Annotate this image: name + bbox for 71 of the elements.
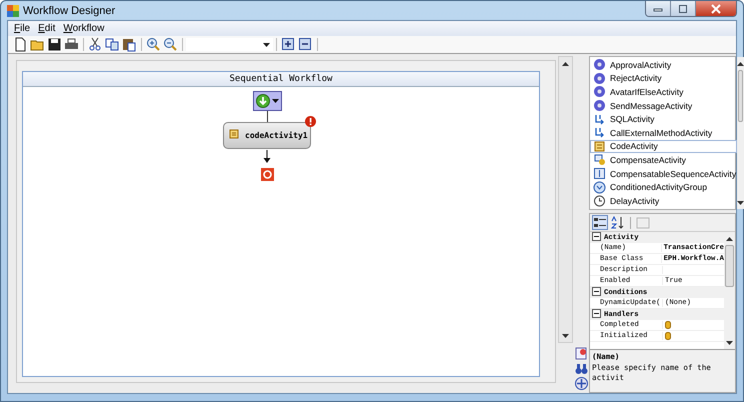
- sequence-icon: [593, 167, 606, 180]
- toolbox-item[interactable]: ConditionedActivityGroup: [590, 180, 738, 194]
- caret-icon: [272, 99, 278, 103]
- connector-line: [266, 111, 268, 122]
- toolbox-item[interactable]: CodeActivity: [590, 140, 738, 154]
- zoom-in-icon[interactable]: [146, 37, 161, 52]
- scroll-up-icon[interactable]: [726, 236, 733, 240]
- collapse-toggle[interactable]: [592, 232, 601, 240]
- connector-icon: [593, 126, 606, 140]
- maximize-button[interactable]: [671, 1, 696, 16]
- activity-node[interactable]: codeActivity1: [223, 122, 311, 149]
- toolbox-item[interactable]: ApprovalActivity: [590, 58, 738, 72]
- error-badge-icon[interactable]: [305, 116, 316, 127]
- toolbox-item[interactable]: CallExternalMethodActivity: [590, 126, 738, 140]
- compensate-icon: [593, 153, 606, 166]
- close-button[interactable]: [696, 1, 736, 16]
- printer-icon[interactable]: [64, 37, 79, 52]
- collapse-icon[interactable]: [298, 37, 313, 52]
- activity-label: codeActivity1: [245, 131, 308, 140]
- property-scrollbar[interactable]: [724, 232, 735, 349]
- toolbox-item[interactable]: CompensatableSequenceActivity: [590, 166, 738, 180]
- page-icon[interactable]: [574, 347, 588, 360]
- minimize-button[interactable]: [646, 1, 671, 16]
- condition-icon: [593, 180, 606, 194]
- save-icon[interactable]: [47, 37, 62, 52]
- workflow-title: Sequential Workflow: [23, 72, 539, 87]
- toolbox-item[interactable]: RejectActivity: [590, 72, 738, 86]
- scroll-down-icon[interactable]: [562, 334, 569, 338]
- stop-icon: [260, 168, 274, 181]
- maximize-icon: [678, 4, 688, 12]
- menu-item[interactable]: File: [10, 23, 34, 34]
- scroll-down-icon[interactable]: [737, 200, 744, 204]
- down-arrow-icon: [256, 94, 270, 108]
- toolbox-scrollbar[interactable]: [737, 57, 744, 209]
- scissors-icon[interactable]: [88, 37, 103, 52]
- scroll-up-icon[interactable]: [737, 62, 744, 66]
- close-icon: [710, 4, 722, 14]
- toolbox-item[interactable]: AvatarIfElseActivity: [590, 85, 738, 99]
- collapse-toggle[interactable]: [592, 286, 601, 296]
- expand-icon[interactable]: [281, 37, 296, 52]
- binoculars-icon[interactable]: [574, 362, 588, 375]
- menu-item[interactable]: Workflow: [59, 23, 108, 34]
- gear-icon: [593, 99, 606, 112]
- toolbox-item[interactable]: SQLActivity: [590, 112, 738, 126]
- zoom-out-icon[interactable]: [163, 37, 178, 52]
- sort-icon[interactable]: [611, 216, 625, 229]
- connector-icon: [593, 112, 606, 126]
- toolbox-item[interactable]: DelayActivity: [590, 194, 738, 208]
- scroll-icon: [593, 140, 606, 153]
- pan-icon[interactable]: [574, 377, 588, 390]
- scroll-icon: [228, 128, 240, 140]
- scroll-up-icon[interactable]: [562, 62, 569, 66]
- categorized-button[interactable]: [592, 215, 608, 230]
- collapse-toggle[interactable]: [592, 308, 601, 318]
- toolbox-item[interactable]: CompensateActivity: [590, 153, 738, 167]
- gear-icon: [593, 72, 606, 85]
- menu-item[interactable]: Edit: [34, 23, 60, 34]
- list-icon: [593, 216, 607, 228]
- window-title: Workflow Designer: [23, 4, 116, 16]
- paste-icon[interactable]: [122, 37, 137, 52]
- copy-icon[interactable]: [105, 37, 120, 52]
- gear-icon: [593, 85, 606, 98]
- app-icon: [7, 4, 19, 16]
- connector-arrow: [263, 150, 271, 164]
- vertical-scrollbar[interactable]: [558, 56, 573, 343]
- start-button[interactable]: [252, 91, 282, 111]
- toolbox-item[interactable]: SendMessageActivity: [590, 98, 738, 112]
- caret-icon: [263, 42, 270, 46]
- scroll-down-icon[interactable]: [726, 340, 733, 344]
- stopwatch-icon: [593, 194, 606, 208]
- gear-icon: [593, 58, 606, 72]
